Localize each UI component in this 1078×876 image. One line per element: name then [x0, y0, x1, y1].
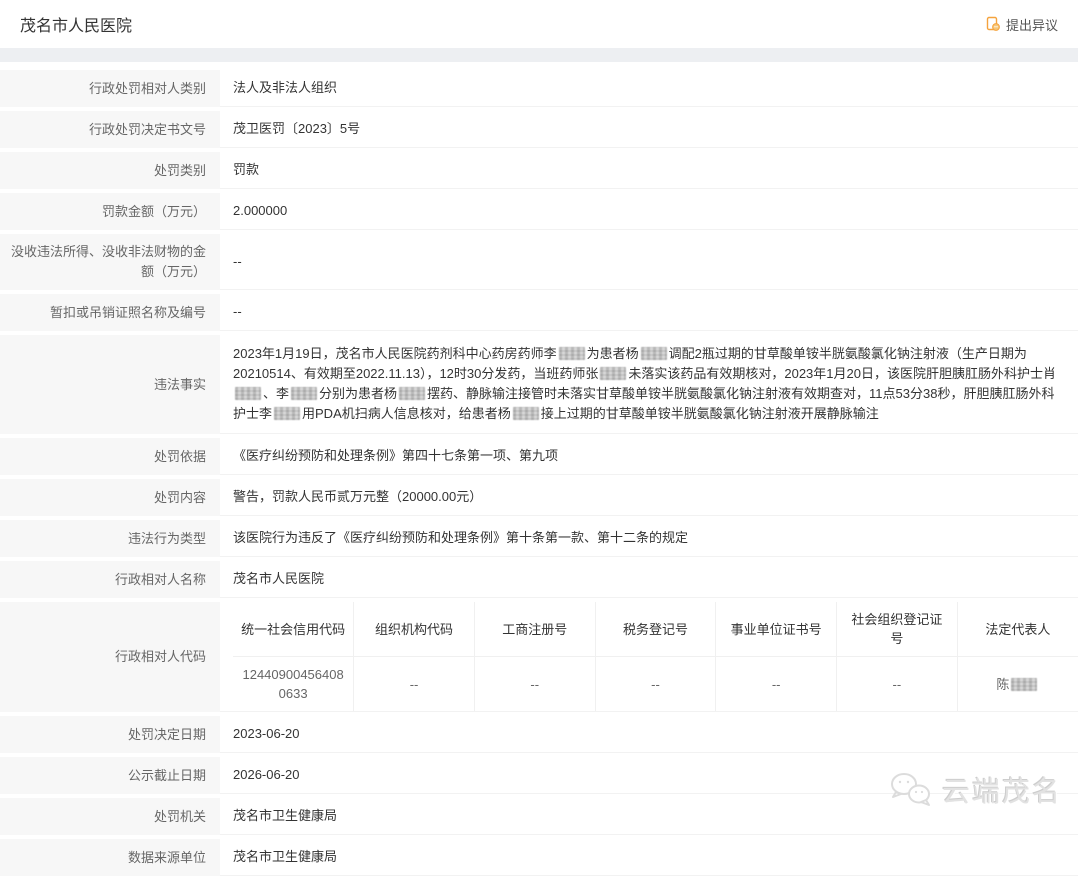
table-row-penalty-authority: 处罚机关 茂名市卫生健康局 — [0, 798, 1078, 835]
table-row-fine-amount: 罚款金额（万元） 2.000000 — [0, 193, 1078, 230]
col-legal-rep: 法定代表人 — [957, 602, 1078, 657]
table-row-confiscation-amount: 没收违法所得、没收非法财物的金额（万元） -- — [0, 234, 1078, 290]
row-label: 处罚依据 — [0, 438, 220, 475]
penalty-detail-table: 行政处罚相对人类别 法人及非法人组织 行政处罚决定书文号 茂卫医罚〔2023〕5… — [0, 62, 1078, 876]
table-row-license-revocation: 暂扣或吊销证照名称及编号 -- — [0, 294, 1078, 331]
row-label: 处罚类别 — [0, 152, 220, 189]
col-credit-code: 统一社会信用代码 — [233, 602, 354, 657]
institution-cert-no-value: -- — [716, 657, 837, 712]
row-value: 罚款 — [220, 152, 1078, 189]
credit-code-value: 124409004564080633 — [233, 657, 354, 712]
party-code-table: 统一社会信用代码 组织机构代码 工商注册号 税务登记号 事业单位证书号 社会组织… — [220, 602, 1078, 712]
row-label: 数据来源单位 — [0, 839, 220, 876]
table-row-data-source: 数据来源单位 茂名市卫生健康局 — [0, 839, 1078, 876]
row-label: 行政相对人代码 — [0, 602, 220, 712]
col-org-code: 组织机构代码 — [354, 602, 475, 657]
table-row-decision-doc-no: 行政处罚决定书文号 茂卫医罚〔2023〕5号 — [0, 111, 1078, 148]
row-label: 没收违法所得、没收非法财物的金额（万元） — [0, 234, 220, 290]
table-row-violation-type: 违法行为类型 该医院行为违反了《医疗纠纷预防和处理条例》第十条第一款、第十二条的… — [0, 520, 1078, 557]
col-social-org-reg-no: 社会组织登记证号 — [837, 602, 958, 657]
raise-objection-button[interactable]: 提出异议 — [985, 15, 1058, 34]
org-code-value: -- — [354, 657, 475, 712]
row-label: 行政处罚决定书文号 — [0, 111, 220, 148]
page-title: 茂名市人民医院 — [20, 12, 132, 36]
legal-rep-value: 陈 — [957, 657, 1078, 712]
table-row-penalty-content: 处罚内容 警告，罚款人民币贰万元整（20000.00元） — [0, 479, 1078, 516]
row-label: 行政处罚相对人类别 — [0, 70, 220, 107]
row-value: -- — [220, 294, 1078, 331]
row-label: 违法事实 — [0, 335, 220, 434]
document-edit-icon — [985, 16, 1001, 32]
col-tax-reg-no: 税务登记号 — [595, 602, 716, 657]
table-row-decision-date: 处罚决定日期 2023-06-20 — [0, 716, 1078, 753]
row-label: 处罚决定日期 — [0, 716, 220, 753]
row-value: 2.000000 — [220, 193, 1078, 230]
row-value: -- — [220, 234, 1078, 290]
row-label: 处罚机关 — [0, 798, 220, 835]
party-code-header-row: 统一社会信用代码 组织机构代码 工商注册号 税务登记号 事业单位证书号 社会组织… — [233, 602, 1078, 657]
social-org-reg-no-value: -- — [837, 657, 958, 712]
row-label: 行政相对人名称 — [0, 561, 220, 598]
table-row-party-category: 行政处罚相对人类别 法人及非法人组织 — [0, 70, 1078, 107]
row-label: 暂扣或吊销证照名称及编号 — [0, 294, 220, 331]
table-row-publicity-end-date: 公示截止日期 2026-06-20 — [0, 757, 1078, 794]
page-header: 茂名市人民医院 提出异议 — [0, 0, 1078, 48]
party-code-data-row: 124409004564080633 -- -- -- -- -- 陈 — [233, 657, 1078, 712]
row-value: 警告，罚款人民币贰万元整（20000.00元） — [220, 479, 1078, 516]
row-value: 该医院行为违反了《医疗纠纷预防和处理条例》第十条第一款、第十二条的规定 — [220, 520, 1078, 557]
table-row-party-codes: 行政相对人代码 统一社会信用代码 组织机构代码 工商注册号 税务登记号 事业单位… — [0, 602, 1078, 712]
col-business-reg-no: 工商注册号 — [474, 602, 595, 657]
table-row-illegal-facts: 违法事实 2023年1月19日，茂名市人民医院药剂科中心药房药师李为患者杨调配2… — [0, 335, 1078, 434]
row-value: 茂名市人民医院 — [220, 561, 1078, 598]
header-divider — [0, 48, 1078, 62]
row-value: 《医疗纠纷预防和处理条例》第四十七条第一项、第九项 — [220, 438, 1078, 475]
row-value: 2023-06-20 — [220, 716, 1078, 753]
tax-reg-no-value: -- — [595, 657, 716, 712]
row-label: 公示截止日期 — [0, 757, 220, 794]
row-label: 罚款金额（万元） — [0, 193, 220, 230]
table-row-penalty-category: 处罚类别 罚款 — [0, 152, 1078, 189]
row-value: 茂名市卫生健康局 — [220, 798, 1078, 835]
row-label: 违法行为类型 — [0, 520, 220, 557]
row-value: 茂名市卫生健康局 — [220, 839, 1078, 876]
row-value: 2026-06-20 — [220, 757, 1078, 794]
row-label: 处罚内容 — [0, 479, 220, 516]
business-reg-no-value: -- — [474, 657, 595, 712]
table-row-penalty-basis: 处罚依据 《医疗纠纷预防和处理条例》第四十七条第一项、第九项 — [0, 438, 1078, 475]
row-value: 法人及非法人组织 — [220, 70, 1078, 107]
col-institution-cert-no: 事业单位证书号 — [716, 602, 837, 657]
illegal-facts-text: 2023年1月19日，茂名市人民医院药剂科中心药房药师李为患者杨调配2瓶过期的甘… — [220, 335, 1078, 434]
row-value: 茂卫医罚〔2023〕5号 — [220, 111, 1078, 148]
raise-objection-label: 提出异议 — [1006, 15, 1058, 34]
table-row-party-name: 行政相对人名称 茂名市人民医院 — [0, 561, 1078, 598]
